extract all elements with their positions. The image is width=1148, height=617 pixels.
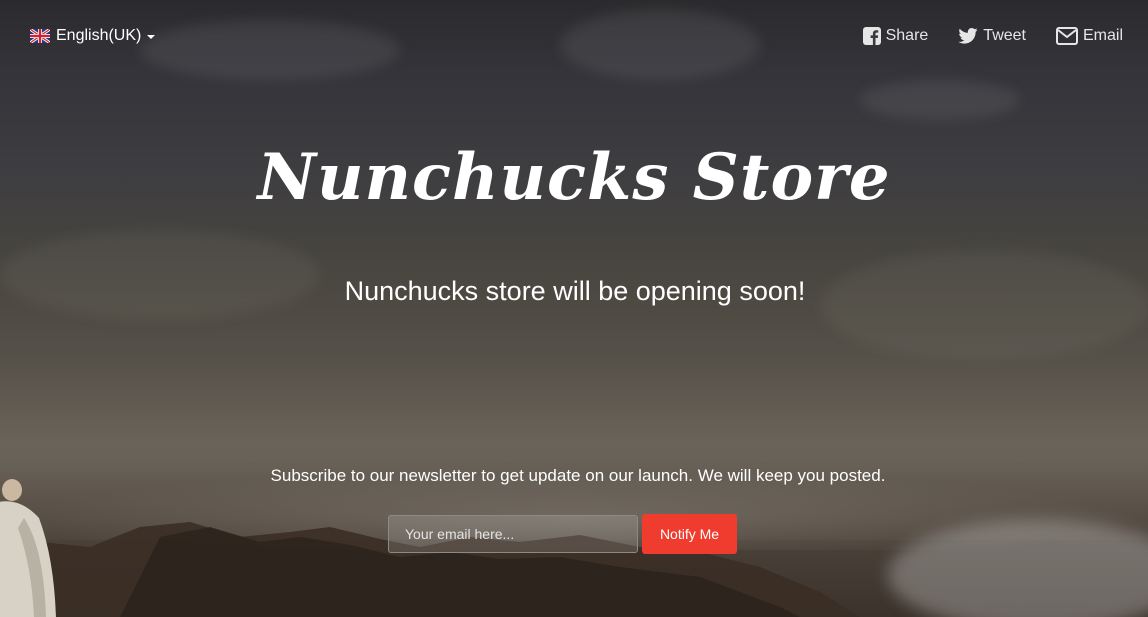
facebook-icon xyxy=(862,27,881,45)
email-label: Email xyxy=(1082,27,1123,44)
coming-soon-page: English(UK) Share Tweet Email Nunchucks … xyxy=(0,0,1148,617)
tweet-label: Tweet xyxy=(983,27,1026,44)
tweet-link[interactable]: Tweet xyxy=(958,27,1026,45)
email-share-link[interactable]: Email xyxy=(1055,27,1123,45)
chevron-down-icon xyxy=(147,35,156,39)
person-figure xyxy=(0,479,56,617)
share-label: Share xyxy=(885,27,929,44)
language-label: English(UK) xyxy=(56,27,142,44)
uk-flag-icon xyxy=(30,29,50,43)
email-input[interactable] xyxy=(388,515,638,553)
twitter-icon xyxy=(958,28,978,44)
notify-me-button[interactable]: Notify Me xyxy=(642,514,737,554)
social-share-bar: Share Tweet Email xyxy=(862,27,1123,45)
opening-soon-tagline: Nunchucks store will be opening soon! xyxy=(344,276,806,306)
store-title: Nunchucks Store xyxy=(257,140,891,215)
envelope-icon xyxy=(1055,27,1078,45)
newsletter-description: Subscribe to our newsletter to get updat… xyxy=(270,466,886,485)
share-facebook-link[interactable]: Share xyxy=(862,27,929,45)
newsletter-form: Notify Me xyxy=(388,514,737,554)
language-selector[interactable]: English(UK) xyxy=(30,27,156,45)
